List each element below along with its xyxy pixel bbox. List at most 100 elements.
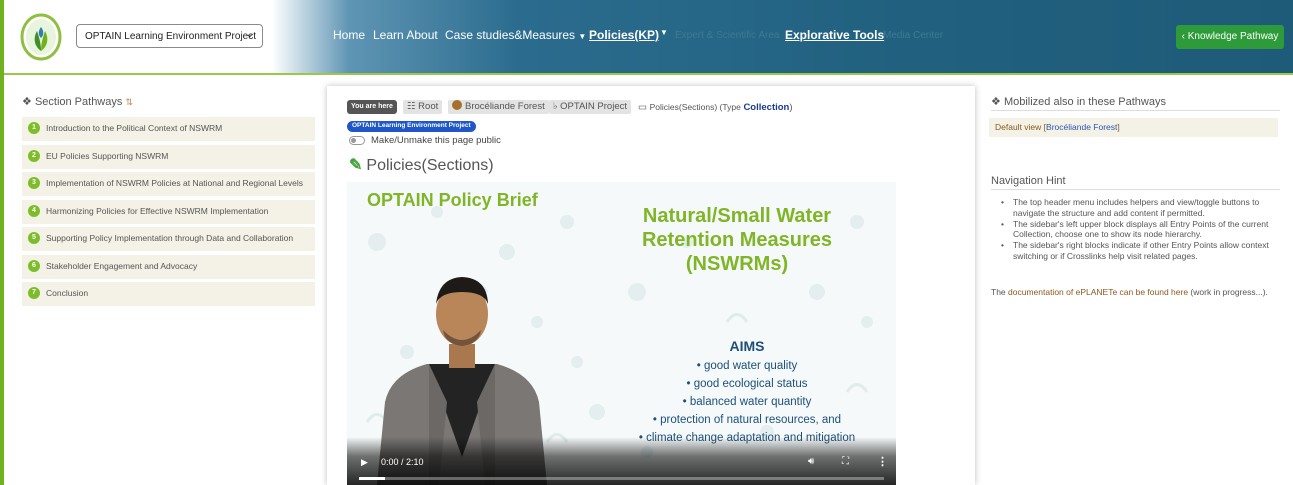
breadcrumb-type-value: Collection xyxy=(743,102,790,113)
mobilized-pathway-item: Default view [Brocéliande Forest] xyxy=(989,118,1278,137)
video-title-line: (NSWRMs) xyxy=(685,253,789,275)
doc-suffix: (work in progress...). xyxy=(1188,287,1268,297)
bell-icon: ♭ xyxy=(553,101,558,112)
public-toggle[interactable] xyxy=(349,136,365,145)
navigation-hint-list: The top header menu includes helpers and… xyxy=(1001,197,1285,262)
video-main-title: Natural/Small Water Retention Measures (… xyxy=(607,204,867,276)
video-progress-fill xyxy=(359,477,386,480)
nav-case-studies[interactable]: Case studies&Measures ▼ xyxy=(445,28,586,42)
page-title: ✎ Policies(Sections) xyxy=(349,155,494,175)
volume-icon[interactable]: 🔊︎ xyxy=(808,456,814,467)
breadcrumb-forest-label: Brocéliande Forest xyxy=(465,101,545,112)
nav-case-studies-label: Case studies&Measures xyxy=(445,28,576,42)
list-item[interactable]: 4 Harmonizing Policies for Effective NSWR… xyxy=(22,199,315,224)
default-view-label: Default view [ xyxy=(995,122,1047,132)
mobilized-heading: ❖ Mobilized also in these Pathways xyxy=(991,95,1166,108)
step-number-badge: 6 xyxy=(28,259,40,272)
doc-prefix: The xyxy=(991,287,1009,297)
hint-item: The sidebar's left upper block displays … xyxy=(1001,219,1285,241)
public-toggle-label: Make/Unmake this page public xyxy=(371,135,501,146)
section-pathways-list: 1 Introduction to the Political Context o… xyxy=(22,117,315,310)
chevron-left-icon: ‹ xyxy=(1181,31,1185,42)
hint-item: The top header menu includes helpers and… xyxy=(1001,197,1285,219)
aims-item: • protection of natural resources, and xyxy=(652,414,842,426)
breadcrumb-close-paren: ) xyxy=(789,102,793,113)
list-item-label: EU Policies Supporting NSWRM xyxy=(46,150,169,161)
header-divider xyxy=(0,73,1293,75)
aims-item: • good ecological status xyxy=(686,378,808,390)
nav-learn-about[interactable]: Learn About xyxy=(373,28,438,42)
video-controls: ▶ 0:00 / 2:10 🔊︎ ⛶ ⋮ xyxy=(347,437,896,485)
breadcrumb-project[interactable]: ♭ OPTAIN Project xyxy=(549,100,631,114)
list-item[interactable]: 1 Introduction to the Political Context o… xyxy=(22,117,315,141)
step-number-badge: 7 xyxy=(28,287,40,299)
project-select-value: OPTAIN Learning Environment Project xyxy=(85,31,257,42)
nav-media-center[interactable]: Media Center xyxy=(883,30,943,41)
list-item-label: Introduction to the Political Context of… xyxy=(46,123,223,133)
sort-icon[interactable]: ⇅ xyxy=(125,97,133,107)
video-aims: AIMS • good water quality • good ecologi… xyxy=(597,338,896,447)
project-select[interactable]: OPTAIN Learning Environment Project ⌄ xyxy=(76,24,263,48)
list-item[interactable]: 7 Conclusion xyxy=(22,282,315,306)
nav-explorative-tools[interactable]: Explorative Tools xyxy=(785,28,884,42)
caret-down-icon[interactable]: ▼ xyxy=(660,28,668,37)
list-item[interactable]: 3 Implementation of NSWRM Policies at Nat… xyxy=(22,172,315,196)
signpost-icon: ❖ xyxy=(22,96,32,108)
fullscreen-icon[interactable]: ⛶ xyxy=(842,456,849,467)
left-accent-border xyxy=(0,0,4,485)
more-options-icon[interactable]: ⋮ xyxy=(877,455,888,468)
list-item[interactable]: 2 EU Policies Supporting NSWRM xyxy=(22,144,315,169)
documentation-note: The documentation of ePLANETe can be fou… xyxy=(991,287,1281,298)
step-number-badge: 5 xyxy=(28,232,40,244)
video-title-line: Retention Measures xyxy=(641,229,833,251)
nav-expert-area[interactable]: Expert & Scientific Area xyxy=(675,30,780,41)
divider xyxy=(991,110,1280,111)
video-progress-bar[interactable] xyxy=(359,477,884,480)
default-view-close: ] xyxy=(1117,122,1120,132)
documentation-link[interactable]: documentation of ePLANETe can be found h… xyxy=(1008,287,1188,297)
nav-policies[interactable]: Policies(KP) xyxy=(589,28,659,42)
video-title-line: Natural/Small Water xyxy=(642,205,832,227)
sitemap-icon: ☷ xyxy=(407,101,416,112)
page-title-text: Policies(Sections) xyxy=(366,157,494,174)
breadcrumb-current-label: Policies(Sections) (Type xyxy=(649,102,741,112)
signpost-icon: ❖ xyxy=(991,96,1001,108)
aims-item-text: protection of natural resources, and xyxy=(660,414,842,426)
play-icon[interactable]: ▶ xyxy=(361,457,368,468)
breadcrumb-root[interactable]: ☷ Root xyxy=(403,100,443,114)
breadcrumb-forest[interactable]: Brocéliande Forest xyxy=(448,100,549,114)
caret-down-icon: ▼ xyxy=(578,32,587,41)
list-item-label: Stakeholder Engagement and Advocacy xyxy=(46,260,198,271)
content-card: You are here ☷ Root Brocéliande Forest ♭… xyxy=(327,86,975,485)
default-view-link[interactable]: Brocéliande Forest xyxy=(1046,122,1117,132)
knowledge-pathway-label: Knowledge Pathway xyxy=(1187,31,1279,42)
forest-avatar-icon xyxy=(452,100,462,110)
navigation-hint-title: Navigation Hint xyxy=(991,175,1066,187)
window-icon: ▭ xyxy=(638,102,647,113)
you-are-here-badge: You are here xyxy=(347,100,397,114)
step-number-badge: 3 xyxy=(28,177,40,189)
edit-icon[interactable]: ✎ xyxy=(349,157,362,174)
aims-item: • good water quality xyxy=(696,360,798,372)
step-number-badge: 4 xyxy=(28,204,40,217)
aims-item-text: balanced water quantity xyxy=(689,396,812,408)
step-number-badge: 2 xyxy=(28,149,40,162)
breadcrumb-current: ▭ Policies(Sections) (Type Collection) xyxy=(638,100,793,114)
aims-item-text: good ecological status xyxy=(693,378,808,390)
divider xyxy=(991,189,1280,190)
list-item[interactable]: 5 Supporting Policy Implementation throug… xyxy=(22,227,315,251)
nav-home[interactable]: Home xyxy=(333,28,365,42)
video-brief-title: OPTAIN Policy Brief xyxy=(367,190,538,210)
aims-item-text: good water quality xyxy=(703,360,798,372)
chevron-down-icon: ⌄ xyxy=(245,29,254,40)
video-player[interactable]: OPTAIN Policy Brief Natural/Small Water … xyxy=(347,182,896,485)
list-item-label: Harmonizing Policies for Effective NSWRM… xyxy=(46,205,269,216)
app-logo-icon[interactable] xyxy=(20,13,62,61)
aims-item: • balanced water quantity xyxy=(682,396,812,408)
list-item[interactable]: 6 Stakeholder Engagement and Advocacy xyxy=(22,254,315,279)
mobilized-title: Mobilized also in these Pathways xyxy=(1003,96,1166,108)
section-pathways-title: Section Pathways xyxy=(34,96,123,108)
list-item-label: Supporting Policy Implementation through… xyxy=(46,233,294,243)
project-badge[interactable]: OPTAIN Learning Environment Project xyxy=(347,121,476,132)
knowledge-pathway-button[interactable]: ‹ Knowledge Pathway xyxy=(1176,25,1284,49)
